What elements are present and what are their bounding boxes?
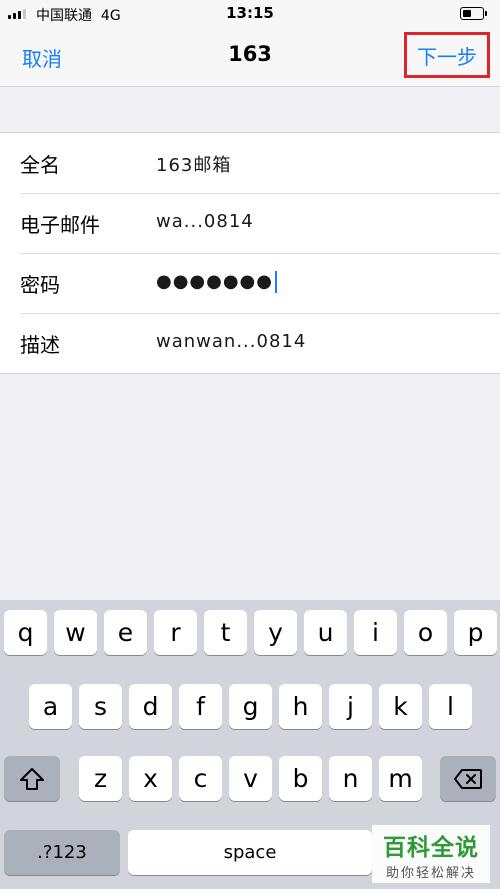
key-c[interactable]: c <box>179 756 222 801</box>
next-button[interactable]: 下一步 <box>404 32 490 78</box>
key-n[interactable]: n <box>329 756 372 801</box>
key-k[interactable]: k <box>379 684 422 729</box>
next-button-label: 下一步 <box>417 44 477 69</box>
text-cursor <box>274 271 277 293</box>
key-z[interactable]: z <box>79 756 122 801</box>
watermark-subtitle: 助你轻松解决 <box>385 865 476 881</box>
shift-key[interactable] <box>4 756 60 801</box>
email-field[interactable]: wa...0814 <box>156 211 254 232</box>
full-name-row[interactable]: 全名 163邮箱 <box>0 133 500 193</box>
key-f[interactable]: f <box>179 684 222 729</box>
battery-icon <box>460 7 487 20</box>
password-row[interactable]: 密码 ●●●●●●● <box>0 253 500 313</box>
navigation-bar: 取消 163 下一步 <box>0 28 500 87</box>
shift-icon <box>20 767 44 790</box>
backspace-key[interactable] <box>440 756 496 801</box>
password-field[interactable]: ●●●●●●● <box>156 271 277 293</box>
numbers-key[interactable]: .?123 <box>4 830 120 875</box>
description-row[interactable]: 描述 wanwan...0814 <box>0 313 500 373</box>
key-g[interactable]: g <box>229 684 272 729</box>
password-value: ●●●●●●● <box>156 271 273 292</box>
key-o[interactable]: o <box>404 610 447 655</box>
watermark-title: 百科全说 <box>383 834 479 861</box>
key-t[interactable]: t <box>204 610 247 655</box>
account-form: 全名 163邮箱 电子邮件 wa...0814 密码 ●●●●●●● 描述 wa… <box>0 132 500 374</box>
space-key[interactable]: space <box>128 830 372 875</box>
key-d[interactable]: d <box>129 684 172 729</box>
key-v[interactable]: v <box>229 756 272 801</box>
key-l[interactable]: l <box>429 684 472 729</box>
status-time: 13:15 <box>226 4 274 22</box>
backspace-icon <box>454 768 482 789</box>
email-label: 电子邮件 <box>20 213 100 237</box>
key-x[interactable]: x <box>129 756 172 801</box>
key-y[interactable]: y <box>254 610 297 655</box>
status-bar: 中国联通 4G 13:15 <box>0 0 500 28</box>
key-j[interactable]: j <box>329 684 372 729</box>
password-label: 密码 <box>20 273 60 297</box>
full-name-label: 全名 <box>20 153 60 177</box>
key-e[interactable]: e <box>104 610 147 655</box>
key-p[interactable]: p <box>454 610 497 655</box>
keyboard: q w e r t y u i o p a s d f g h j k l z … <box>0 600 500 889</box>
key-m[interactable]: m <box>379 756 422 801</box>
key-a[interactable]: a <box>29 684 72 729</box>
watermark-logo: 百科全说 助你轻松解决 <box>372 825 490 883</box>
key-w[interactable]: w <box>54 610 97 655</box>
key-q[interactable]: q <box>4 610 47 655</box>
email-row[interactable]: 电子邮件 wa...0814 <box>0 193 500 253</box>
key-i[interactable]: i <box>354 610 397 655</box>
key-h[interactable]: h <box>279 684 322 729</box>
key-u[interactable]: u <box>304 610 347 655</box>
key-s[interactable]: s <box>79 684 122 729</box>
key-b[interactable]: b <box>279 756 322 801</box>
key-r[interactable]: r <box>154 610 197 655</box>
full-name-field[interactable]: 163邮箱 <box>156 151 231 177</box>
description-label: 描述 <box>20 333 60 357</box>
description-field[interactable]: wanwan...0814 <box>156 331 306 352</box>
